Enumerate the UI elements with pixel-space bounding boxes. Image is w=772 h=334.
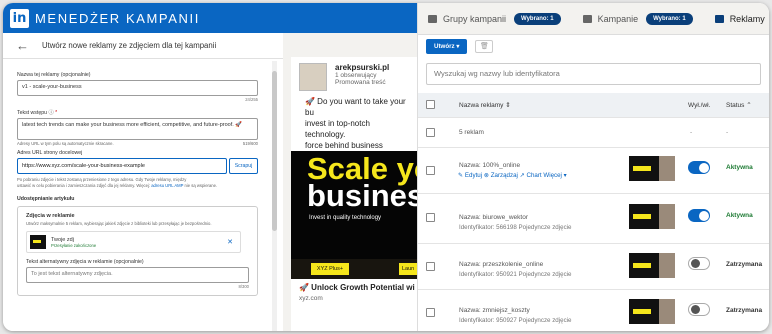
company-name: arekpsurski.pl [335,63,390,72]
back-arrow-icon[interactable]: ← [16,38,36,53]
tab-campaign-groups[interactable]: Grupy kampanii Wybrano: 1 [428,3,561,35]
status-badge: Zatrzymana [726,261,763,268]
row-actions[interactable]: ✎ Edytuj ⊗ Zarządzaj ↗ Chart Więcej ▾ [458,172,567,179]
table-row[interactable]: Nazwa: przeszkolenie_online Identyfikato… [418,243,769,289]
selected-pill[interactable]: Wybrano: 1 [646,12,693,25]
ad-name-label: Nazwa tej reklamy (opcjonalnie) [17,72,91,78]
editor-scrollbar[interactable] [272,61,277,331]
ad-thumbnail [629,204,675,229]
row-checkbox[interactable] [426,166,435,175]
ad-id: Identyfikator: 950921 Pojedyncze zdjęcie [459,271,572,278]
url-hint: Po pobraniu zdjęcie i tekst zostaną prze… [17,177,218,188]
images-hint: Utwórz maksymalnie 5 reklam, wybierając … [26,221,212,226]
info-icon: ⓘ [48,110,54,116]
ad-toggle[interactable] [688,209,710,222]
table-header: Nazwa reklamy ⇕ Wył./wł. Status ⌃ [418,93,769,117]
creative-button: XYZ Plus+ [311,263,349,275]
landing-url-input[interactable]: https://www.xyz.com/scale-your-business-… [17,158,227,174]
creative-headline-2: busines [307,178,417,213]
intro-text-input[interactable]: latest tech trends can make your busines… [17,118,258,140]
toolbar: Utwórz ▾ 🗑 [418,35,769,57]
col-status[interactable]: Status ⌃ [726,101,752,109]
ad-toggle[interactable] [688,257,710,270]
intro-hint: Adresy URL w tym polu są automatycznie s… [17,141,114,146]
ad-thumbnail [629,253,675,278]
ad-name-counter: 24/255 [245,97,258,102]
remove-photo-icon[interactable]: ✕ [227,238,237,246]
editor-header: ← Utwórz nowe reklamy ze zdjęciem dla te… [3,33,283,59]
company-avatar [299,63,327,91]
preview-domain: xyz.com [299,295,323,302]
app-title: MENEDŻER KAMPANII [35,10,200,26]
col-onoff: Wył./wł. [688,101,711,109]
ad-images-section: Zdjęcia w reklamie Utwórz maksymalnie 5 … [17,206,258,296]
intro-text-label: Tekst wstępu ⓘ * [17,110,58,116]
ad-id: Identyfikator: 566198 Pojedyncze zdjęcie [459,224,572,231]
table-row[interactable]: Nazwa: zmniejsz_koszty Identyfikator: 95… [418,289,769,331]
amp-link[interactable]: adresu URL AMP [151,183,183,188]
followers-count: 1 obserwujący [335,72,377,79]
search-input[interactable]: Wyszukaj wg nazwy lub identyfikatora [426,63,761,85]
select-all-checkbox[interactable] [426,100,435,109]
ad-toggle[interactable] [688,303,710,316]
creative-button-2: Laun [399,263,417,275]
app-header: in MENEDŻER KAMPANII [3,3,417,33]
sort-up-icon: ⌃ [746,102,752,109]
ads-panel: Grupy kampanii Wybrano: 1 Kampanie Wybrano… [417,3,769,331]
ad-name: Nazwa: biurowe_wektor [459,214,529,221]
images-heading: Zdjęcia w reklamie [26,213,75,219]
ad-toggle[interactable] [688,161,710,174]
table-row[interactable]: Nazwa: 100%_online ✎ Edytuj ⊗ Zarządzaj … [418,147,769,193]
uploaded-photo-item: Twoje zdj Przesyłanie zakończone ✕ [26,231,241,253]
linkedin-logo: in [10,8,29,28]
ad-name: Nazwa: zmniejsz_koszty [459,307,530,314]
status-badge: Aktywna [726,212,753,219]
create-button[interactable]: Utwórz ▾ [426,38,468,54]
tab-bar: Grupy kampanii Wybrano: 1 Kampanie Wybrano… [418,3,769,35]
ad-id: Identyfikator: 950927 Pojedyncze zdjęcie [459,317,572,324]
tab-ads[interactable]: Reklamy [714,3,765,35]
preview-headline[interactable]: 🚀 Unlock Growth Potential wi [299,283,415,292]
promoted-label: Promowana treść [335,79,386,86]
url-label: Adres URL strony docelowej [17,150,83,156]
campaign-icon [582,14,592,23]
scrape-button[interactable]: Scrapuj [229,158,258,174]
ad-name: Nazwa: 100%_online [459,162,521,169]
row-checkbox[interactable] [426,213,435,222]
ad-name: Nazwa: przeszkolenie_online [459,261,544,268]
alt-text-counter: 8/300 [238,284,249,289]
row-checkbox[interactable] [426,308,435,317]
sort-icon: ⇕ [505,102,511,109]
ad-name-input[interactable]: v1 - scale-your-business [17,80,258,96]
status-badge: Zatrzymana [726,307,763,314]
editor-title: Utwórz nowe reklamy ze zdjęciem dla tej … [42,41,217,50]
trash-icon[interactable]: 🗑 [475,39,494,53]
col-name[interactable]: Nazwa reklamy ⇕ [459,101,511,109]
table-row[interactable]: Nazwa: biurowe_wektor Identyfikator: 566… [418,193,769,243]
photo-thumbnail [30,235,46,249]
ads-count: 5 reklam [459,129,484,136]
tab-campaigns[interactable]: Kampanie Wybrano: 1 [582,3,693,35]
alt-text-input[interactable]: To jest tekst alternatywny zdjęcia. [26,267,249,283]
status-badge: Aktywna [726,164,753,171]
folder-icon [428,14,437,23]
ad-editor-panel: ← Utwórz nowe reklamy ze zdjęciem dla te… [3,33,283,331]
ad-thumbnail [629,156,675,181]
row-checkbox[interactable] [426,262,435,271]
ad-thumbnail [629,299,675,324]
ad-preview: arekpsurski.pl 1 obserwujący Promowana t… [291,57,417,331]
creative-tagline: Invest in quality technology [309,215,382,221]
campaign-manager-window: in MENEDŻER KAMPANII ← Utwórz nowe rekla… [3,3,769,331]
intro-counter: 519/600 [242,141,258,146]
alt-text-label: Tekst alternatywny zdjęcia w reklamie (o… [26,259,144,265]
article-section-label: Udostępnianie artykułu [17,196,75,202]
selected-pill[interactable]: Wybrano: 1 [514,12,561,25]
photo-status: Przesyłanie zakończone [51,242,97,248]
row-checkbox[interactable] [426,128,435,137]
ad-form: Nazwa tej reklamy (opcjonalnie) v1 - sca… [3,60,271,331]
summary-row: 5 reklam - - [418,117,769,147]
ad-icon [714,14,724,23]
ad-creative-image: Scale yo busines Invest in quality techn… [291,151,417,279]
